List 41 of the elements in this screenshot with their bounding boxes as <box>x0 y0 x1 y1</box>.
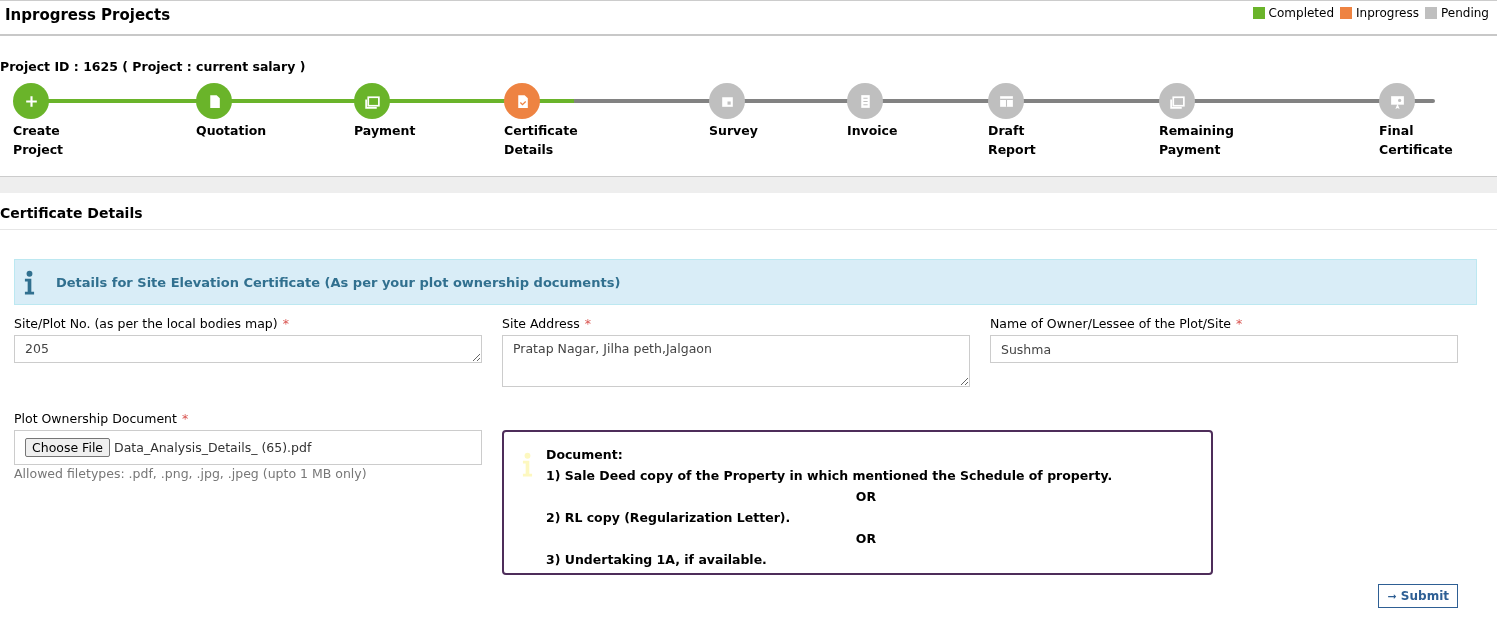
field-label: Name of Owner/Lessee of the Plot/Site <box>990 316 1231 331</box>
page-title: Inprogress Projects <box>4 5 171 24</box>
required-mark: * <box>1236 316 1243 331</box>
required-mark: * <box>282 316 289 331</box>
separator-text: OR <box>854 488 878 506</box>
separator-text: OR <box>854 530 878 548</box>
arrow-icon: ➞ <box>1387 590 1397 603</box>
legend-label: Pending <box>1441 6 1489 20</box>
step-label: Survey <box>709 122 759 140</box>
step-label: Remaining Payment <box>1159 122 1235 159</box>
file-input-field[interactable]: Choose File Data_Analysis_Details_ (65).pdf <box>14 430 482 465</box>
step-label: Payment <box>354 122 417 140</box>
field-label: Site/Plot No. (as per the local bodies map) <box>14 316 278 331</box>
step-label: Final Certificate <box>1379 122 1454 159</box>
legend-label: Inprogress <box>1356 6 1419 20</box>
required-mark: * <box>584 316 591 331</box>
step-label: Draft Report <box>988 122 1037 159</box>
step-label: Create Project <box>13 122 65 159</box>
step-label: Invoice <box>847 122 899 140</box>
section-title: Certificate Details <box>0 193 1497 230</box>
info-icon <box>522 452 533 477</box>
text-area[interactable]: 205 <box>14 335 482 363</box>
legend-label: Completed <box>1268 6 1335 20</box>
project-info: Project ID : 1625 ( Project : current salary ) <box>0 58 307 76</box>
info-icon <box>24 269 35 295</box>
submit-button[interactable]: ➞ Submit <box>1378 584 1458 608</box>
step-label: Quotation <box>196 122 268 140</box>
note-text: 3) Undertaking 1A, if available. <box>546 551 768 569</box>
step-label: Certificate Details <box>504 122 579 159</box>
choose-file-button[interactable]: Choose File <box>25 438 111 457</box>
text-area[interactable]: Pratap Nagar, Jilha peth,Jalgaon <box>502 335 970 387</box>
field-label: Site Address <box>502 316 580 331</box>
alert-text: Details for Site Elevation Certificate (As per your plot ownership documents) <box>56 274 621 290</box>
note-text: Document: <box>546 446 624 464</box>
input-field[interactable]: Sushma <box>990 335 1458 363</box>
note-text: 2) RL copy (Regularization Letter). <box>546 509 792 527</box>
help-text: Allowed filetypes: .pdf, .png, .jpg, .jpeg (upto 1 MB only) <box>14 466 368 481</box>
required-mark: * <box>181 411 189 426</box>
file-name: Data_Analysis_Details_ (65).pdf <box>114 440 312 455</box>
field-label: Plot Ownership Document <box>14 411 177 426</box>
note-text: 1) Sale Deed copy of the Property in which mentioned the Schedule of property. <box>546 467 1114 485</box>
